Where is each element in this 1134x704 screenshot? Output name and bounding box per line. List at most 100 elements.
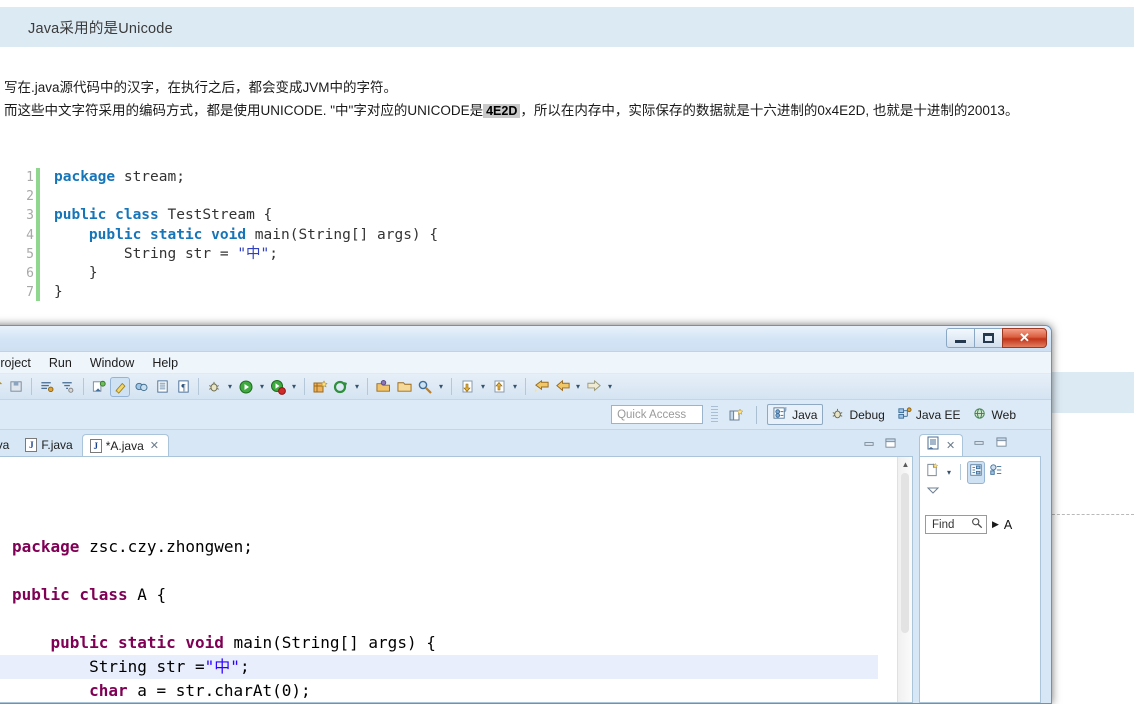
open-folder-icon[interactable] (394, 377, 414, 397)
link-editor-icon[interactable] (131, 377, 151, 397)
open-resource-icon[interactable] (373, 377, 393, 397)
editor-code-line: package zsc.czy.zhongwen; (12, 535, 897, 559)
outline-item-A[interactable]: A (1004, 518, 1012, 532)
new-java-project-icon[interactable] (310, 377, 330, 397)
next-dropdown-arrow[interactable]: ▾ (510, 382, 520, 391)
forward-dropdown-arrow[interactable]: ▾ (605, 382, 615, 391)
debug-icon[interactable] (204, 377, 224, 397)
back-icon[interactable] (552, 377, 572, 397)
new-class-icon[interactable] (331, 377, 351, 397)
toolbar-dot-separator3 (304, 378, 305, 395)
article-title-band: Java采用的是Unicode (0, 7, 1134, 47)
toggle-mark-occurrences-icon[interactable] (110, 376, 130, 397)
perspective-bar: J Java Debug Java EE Web (767, 404, 1021, 425)
editor-code-token: public static void (50, 633, 224, 652)
editor-minmax-controls (863, 436, 897, 454)
next-annotation-icon[interactable] (89, 377, 109, 397)
coverage-icon[interactable] (268, 377, 288, 397)
toolbar-dot-separator (83, 378, 84, 395)
collapse-all-icon[interactable] (925, 462, 940, 483)
back-history-icon[interactable] (531, 377, 551, 397)
new-wizard-icon[interactable] (0, 377, 5, 397)
editor-vertical-scrollbar[interactable]: ▲ (897, 457, 912, 702)
menu-item-project[interactable]: Project (0, 354, 40, 372)
outline-find-row: Find ▶ A (925, 515, 1035, 534)
previous-edit-icon[interactable] (457, 377, 477, 397)
back-dropdown-arrow[interactable]: ▾ (573, 382, 583, 391)
editor-code-token: main(String[] args) { (223, 633, 436, 652)
save-icon[interactable] (6, 377, 26, 397)
sort-icon[interactable] (989, 463, 1003, 482)
perspective-java-ee[interactable]: Java EE (892, 404, 966, 425)
horizontal-dashed-divider (1052, 514, 1134, 515)
code-line: String str = "中"; (54, 245, 438, 264)
outline-minimize-icon[interactable] (973, 435, 986, 453)
next-edit-icon[interactable] (489, 377, 509, 397)
menu-item-window[interactable]: Window (81, 354, 143, 372)
editor-tab-ajava[interactable]: J *A.java ✕ (81, 434, 169, 456)
outline-expand-arrow-icon[interactable]: ▶ (992, 519, 999, 530)
editor-tab-label: ava (0, 438, 10, 452)
perspective-debug[interactable]: Debug (825, 404, 889, 425)
editor-minimize-icon[interactable] (863, 436, 876, 454)
outline-toolbar: ▾ (925, 460, 1035, 484)
perspective-separator (756, 405, 758, 424)
menu-item-run[interactable]: Run (40, 354, 81, 372)
menu-item-help[interactable]: Help (143, 354, 187, 372)
quick-access-placeholder: Quick Access (617, 408, 687, 421)
new-class-dropdown-arrow[interactable]: ▾ (352, 382, 362, 391)
view-menu-icon[interactable] (925, 484, 941, 502)
search-icon[interactable] (415, 377, 435, 397)
scroll-up-arrow-icon[interactable]: ▲ (900, 459, 911, 470)
perspective-web[interactable]: Web (968, 404, 1021, 425)
show-whitespace-icon[interactable]: ¶ (173, 377, 193, 397)
tab-outline[interactable]: ✕ (919, 434, 964, 456)
maximize-button[interactable] (974, 328, 1003, 348)
code-token: package (54, 169, 116, 185)
code-token: "中" (237, 245, 270, 262)
java-file-icon: J (25, 438, 38, 452)
editor-code-token: ; (239, 657, 250, 676)
forward-icon[interactable] (584, 377, 604, 397)
outline-find-input[interactable]: Find (925, 515, 987, 534)
editor-tab-fjava[interactable]: J F.java (18, 434, 81, 456)
open-console-icon[interactable] (152, 377, 172, 397)
code-editor[interactable]: − package zsc.czy.zhongwen; public class… (0, 456, 913, 703)
run-icon[interactable] (236, 377, 256, 397)
run-dropdown-arrow[interactable]: ▾ (257, 382, 267, 391)
article-paragraph-2: 而这些中文字符采用的编码方式，都是使用UNICODE. "中"字对应的UNICO… (4, 99, 1134, 123)
open-task-icon[interactable] (58, 377, 78, 397)
close-button[interactable]: ✕ (1002, 328, 1047, 348)
search-icon (971, 517, 983, 532)
outline-tab-close-icon[interactable]: ✕ (946, 439, 955, 452)
minimize-button[interactable] (946, 328, 975, 348)
new-perspective-icon[interactable] (726, 405, 746, 425)
code-line: package stream; (54, 168, 438, 187)
editor-code-area[interactable]: package zsc.czy.zhongwen; public class A… (0, 457, 897, 702)
outline-new-dropdown-arrow[interactable]: ▾ (944, 468, 954, 477)
coverage-dropdown-arrow[interactable]: ▾ (289, 382, 299, 391)
toolbar-dot-separator2 (198, 378, 199, 395)
outline-view: ✕ ▾ Find ▶ A (919, 432, 1041, 703)
article-body: 写在.java源代码中的汉字，在执行之后，都会变成JVM中的字符。 而这些中文字… (4, 76, 1134, 123)
code-line-number: 5 (26, 246, 34, 262)
editor-maximize-icon[interactable] (884, 436, 897, 454)
editor-code-token (12, 633, 51, 652)
perspective-java[interactable]: J Java (767, 404, 824, 425)
outline-maximize-icon[interactable] (995, 435, 1008, 453)
previous-dropdown-arrow[interactable]: ▾ (478, 382, 488, 391)
open-type-icon[interactable] (37, 377, 57, 397)
scrollbar-thumb[interactable] (901, 473, 909, 633)
toolbar-drag-handle[interactable] (711, 405, 719, 424)
code-block-line-numbers: 1 2 3 4 5 6 7 (0, 158, 34, 318)
editor-tab-close-icon[interactable]: ✕ (150, 439, 159, 452)
eclipse-toolbar: ¶ ▾ ▾ ▾ ▾ ▾ ▾ ▾ ▾ ▾ (0, 374, 1051, 400)
editor-code-token: public class (12, 585, 128, 604)
eclipse-workbench-body: ava JF.javaJ*A.java✕ − package zsc.czy.zh… (0, 430, 1051, 703)
quick-access-input[interactable]: Quick Access (611, 405, 704, 424)
hide-fields-icon[interactable] (967, 460, 985, 484)
search-dropdown-arrow[interactable]: ▾ (436, 382, 446, 391)
debug-dropdown-arrow[interactable]: ▾ (225, 382, 235, 391)
editor-code-token: String str = (12, 657, 205, 676)
editor-tab-ava[interactable]: ava (0, 434, 18, 456)
